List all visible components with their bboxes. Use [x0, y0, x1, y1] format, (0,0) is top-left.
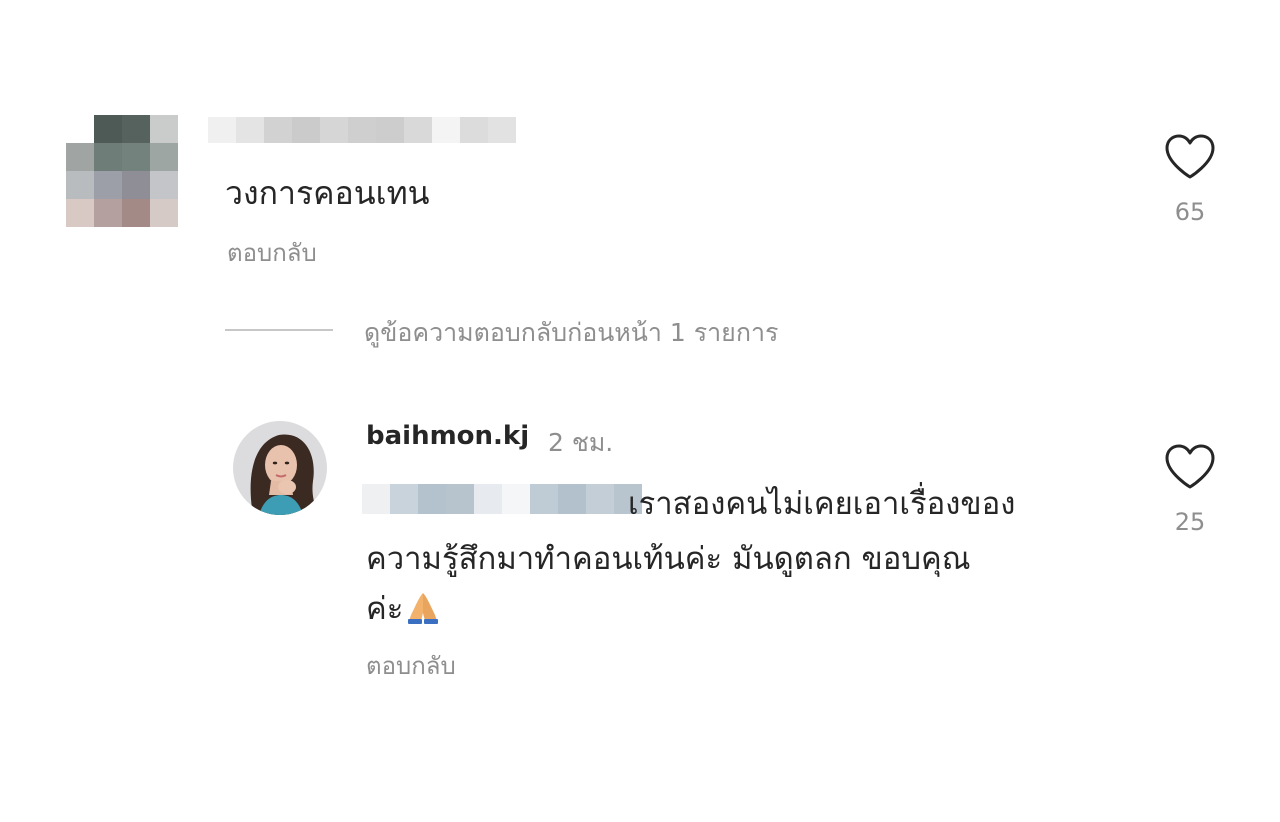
comment-text: วงการคอนเทน [225, 174, 430, 212]
thread-divider [225, 329, 333, 331]
folded-hands-emoji [405, 589, 441, 625]
censored-username [208, 117, 516, 143]
pixelated-avatar[interactable] [66, 115, 178, 227]
censored-mention [362, 484, 642, 514]
comment-text-line-1: เราสองคนไม่เคยเอาเรื่องของ [628, 486, 1016, 522]
comment-text-line-3: ค่ะ [366, 583, 441, 633]
comment-text-line-3-text: ค่ะ [366, 591, 404, 627]
comment-text-line-2: ความรู้สึกมาทำคอนเท้นค่ะ มันดูตลก ขอบคุณ [366, 541, 971, 577]
reply-button[interactable]: ตอบกลับ [227, 233, 317, 272]
heart-icon[interactable] [1163, 443, 1217, 491]
view-previous-replies-button[interactable]: ดูข้อความตอบกลับก่อนหน้า 1 รายการ [364, 313, 778, 353]
like-count: 65 [1174, 198, 1206, 226]
avatar[interactable] [233, 421, 327, 515]
reply-button[interactable]: ตอบกลับ [366, 646, 456, 685]
username[interactable]: baihmon.kj [366, 421, 529, 451]
heart-icon[interactable] [1163, 133, 1217, 181]
timestamp: 2 ชม. [548, 428, 614, 457]
like-count: 25 [1174, 508, 1206, 536]
